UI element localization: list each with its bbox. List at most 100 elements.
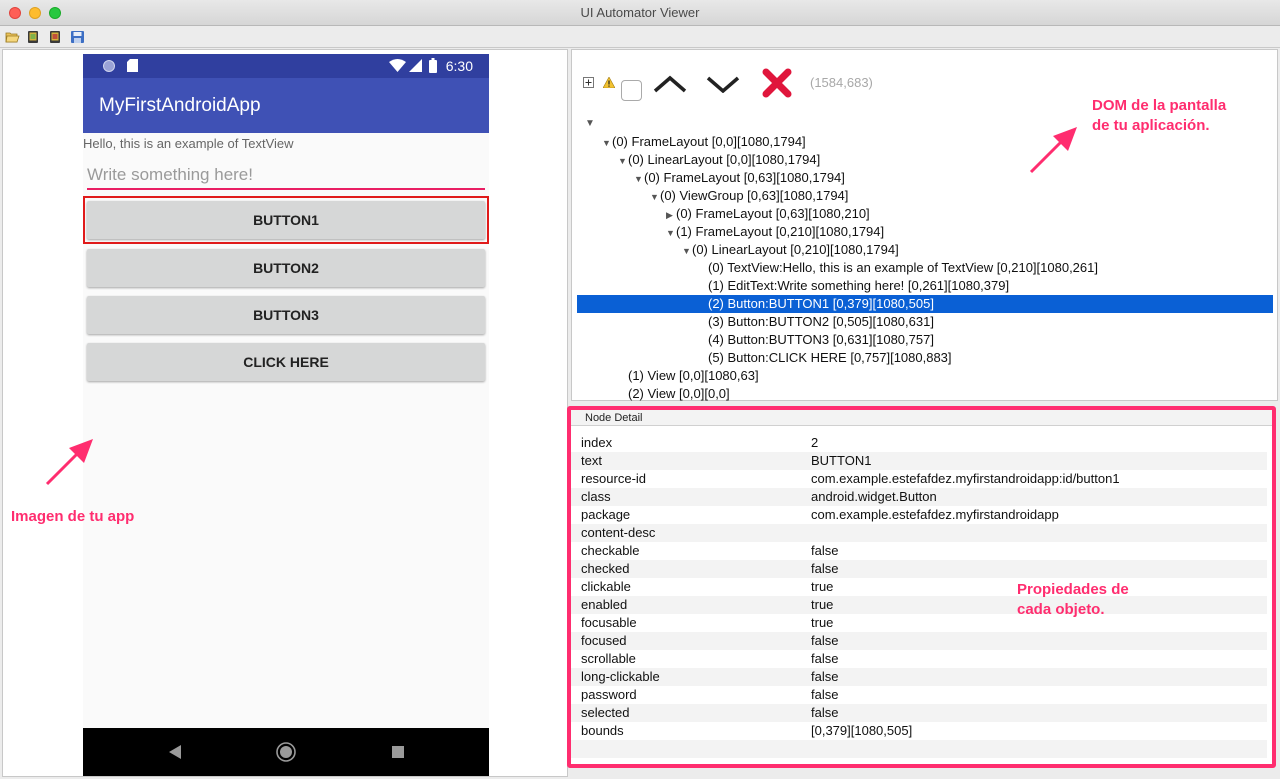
property-key: class xyxy=(581,489,611,504)
android-status-bar: 6:30 xyxy=(83,54,489,78)
property-value: BUTTON1 xyxy=(811,453,872,468)
tree-expanded-icon[interactable]: ▼ xyxy=(618,152,628,170)
property-row[interactable]: enabled true xyxy=(571,596,1267,614)
recents-icon[interactable] xyxy=(392,746,404,758)
chevron-down-icon[interactable] xyxy=(706,75,740,93)
property-key: checked xyxy=(581,561,630,576)
hello-textview[interactable]: Hello, this is an example of TextView xyxy=(83,136,294,151)
tree-node-label: (0) FrameLayout [0,63][1080,1794] xyxy=(644,170,845,185)
back-icon[interactable] xyxy=(169,745,181,759)
property-value: false xyxy=(811,633,839,648)
tree-node[interactable]: (3) Button:BUTTON2 [0,505][1080,631] xyxy=(698,313,934,331)
property-row[interactable]: bounds [0,379][1080,505] xyxy=(571,722,1267,740)
device-screen[interactable]: 6:30 MyFirstAndroidApp Hello, this is an… xyxy=(83,54,489,776)
tree-node-label: (1) EditText:Write something here! [0,26… xyxy=(708,278,1010,293)
tree-node[interactable]: (2) Button:BUTTON1 [0,379][1080,505] xyxy=(577,295,1273,313)
tree-node[interactable]: (1) View [0,0][1080,63] xyxy=(618,367,759,385)
chevron-up-icon[interactable] xyxy=(653,75,687,93)
device-screenshot-panel[interactable]: 6:30 MyFirstAndroidApp Hello, this is an… xyxy=(2,49,568,777)
tree-node[interactable]: ▼(1) FrameLayout [0,210][1080,1794] xyxy=(666,223,884,241)
property-value: false xyxy=(811,687,839,702)
property-row[interactable]: class android.widget.Button xyxy=(571,488,1267,506)
device-screenshot-icon[interactable] xyxy=(26,30,41,44)
clear-x-icon[interactable] xyxy=(762,68,792,98)
warning-icon[interactable] xyxy=(603,77,615,88)
click-here-button[interactable]: CLICK HERE xyxy=(87,343,485,381)
tree-node[interactable]: ▼(0) LinearLayout [0,0][1080,1794] xyxy=(618,151,820,169)
property-value: android.widget.Button xyxy=(811,489,937,504)
tree-node-label: (4) Button:BUTTON3 [0,631][1080,757] xyxy=(708,332,934,347)
property-row[interactable]: selected false xyxy=(571,704,1267,722)
properties-annotation: Propiedades de cada objeto. xyxy=(1017,580,1129,620)
tree-node[interactable]: ▼(0) ViewGroup [0,63][1080,1794] xyxy=(650,187,848,205)
sd-card-icon xyxy=(127,59,138,72)
tree-node[interactable]: (1) EditText:Write something here! [0,26… xyxy=(698,277,1009,295)
signal-icon xyxy=(409,59,422,72)
save-icon[interactable] xyxy=(70,30,85,44)
property-key: clickable xyxy=(581,579,631,594)
property-row[interactable]: focusable true xyxy=(571,614,1267,632)
property-row[interactable]: index 2 xyxy=(571,434,1267,452)
property-key: selected xyxy=(581,705,630,720)
tree-expanded-icon[interactable]: ▼ xyxy=(650,188,660,206)
expand-all-icon[interactable] xyxy=(583,77,594,88)
tree-node-label: (2) View [0,0][0,0] xyxy=(628,386,730,401)
property-row[interactable]: clickable true xyxy=(571,578,1267,596)
property-row[interactable]: checked false xyxy=(571,560,1267,578)
write-something-edittext[interactable]: Write something here! xyxy=(87,162,485,190)
button3[interactable]: BUTTON3 xyxy=(87,296,485,334)
tree-node[interactable]: (2) View [0,0][0,0] xyxy=(618,385,730,403)
property-row[interactable]: password false xyxy=(571,686,1267,704)
property-value: false xyxy=(811,705,839,720)
tree-node-label: (0) LinearLayout [0,210][1080,1794] xyxy=(692,242,899,257)
property-value: false xyxy=(811,543,839,558)
property-value: true xyxy=(811,579,834,594)
property-key: focused xyxy=(581,633,627,648)
button2[interactable]: BUTTON2 xyxy=(87,249,485,287)
tree-collapsed-icon[interactable]: ▶ xyxy=(666,206,676,224)
android-nav-bar xyxy=(83,728,489,776)
compressed-screenshot-icon[interactable] xyxy=(48,30,63,44)
open-folder-icon[interactable] xyxy=(5,30,20,44)
property-row[interactable]: content-desc xyxy=(571,524,1267,542)
notification-circle-icon xyxy=(103,60,115,72)
tree-node[interactable]: ▼(0) FrameLayout [0,63][1080,1794] xyxy=(634,169,845,187)
tree-node-label: (0) LinearLayout [0,0][1080,1794] xyxy=(628,152,821,167)
tree-node[interactable]: (0) TextView:Hello, this is an example o… xyxy=(698,259,1098,277)
arrow-to-app-icon xyxy=(45,439,93,486)
property-row[interactable]: package com.example.estefafdez.myfirstand… xyxy=(571,506,1267,524)
toggle-nafs-checkbox[interactable] xyxy=(621,80,642,101)
tree-expanded-icon[interactable]: ▼ xyxy=(666,224,676,242)
tree-expanded-icon[interactable]: ▼ xyxy=(602,134,612,152)
tree-node-label: (1) View [0,0][1080,63] xyxy=(628,368,759,383)
property-key: text xyxy=(581,453,602,468)
selected-node-highlight xyxy=(83,196,489,244)
property-key: checkable xyxy=(581,543,640,558)
hierarchy-panel[interactable]: (1584,683) ▼ ▼(0) FrameLayout [0,0][1080… xyxy=(571,49,1278,401)
home-icon[interactable] xyxy=(276,742,296,762)
property-key: content-desc xyxy=(581,525,656,540)
app-image-annotation: Imagen de tu app xyxy=(11,508,135,525)
property-row[interactable]: long-clickable false xyxy=(571,668,1267,686)
property-row[interactable]: focused false xyxy=(571,632,1267,650)
property-row[interactable]: scrollable false xyxy=(571,650,1267,668)
tree-node[interactable]: ▶ (0) FrameLayout [0,63][1080,210] xyxy=(666,205,870,223)
property-row[interactable]: checkable false xyxy=(571,542,1267,560)
tree-expanded-icon[interactable]: ▼ xyxy=(634,170,644,188)
tree-node-label: (0) FrameLayout [0,63][1080,210] xyxy=(676,206,870,221)
app-title: MyFirstAndroidApp xyxy=(99,95,261,116)
tree-node[interactable]: ▼(0) LinearLayout [0,210][1080,1794] xyxy=(682,241,899,259)
property-row[interactable]: text BUTTON1 xyxy=(571,452,1267,470)
property-key: scrollable xyxy=(581,651,636,666)
tree-expanded-icon[interactable]: ▼ xyxy=(682,242,692,260)
property-key: bounds xyxy=(581,723,624,738)
property-row-empty xyxy=(571,740,1267,758)
property-value: true xyxy=(811,615,834,630)
property-key: enabled xyxy=(581,597,628,612)
tree-root-expand-icon[interactable]: ▼ xyxy=(585,118,595,129)
tree-node[interactable]: (5) Button:CLICK HERE [0,757][1080,883] xyxy=(698,349,952,367)
tree-node[interactable]: (4) Button:BUTTON3 [0,631][1080,757] xyxy=(698,331,934,349)
tree-node[interactable]: ▼(0) FrameLayout [0,0][1080,1794] xyxy=(602,133,806,151)
property-row[interactable]: resource-id com.example.estefafdez.myfirs… xyxy=(571,470,1267,488)
node-detail-panel[interactable]: Node Detail index 2 text BUTTON1 resource-id… xyxy=(567,406,1276,768)
